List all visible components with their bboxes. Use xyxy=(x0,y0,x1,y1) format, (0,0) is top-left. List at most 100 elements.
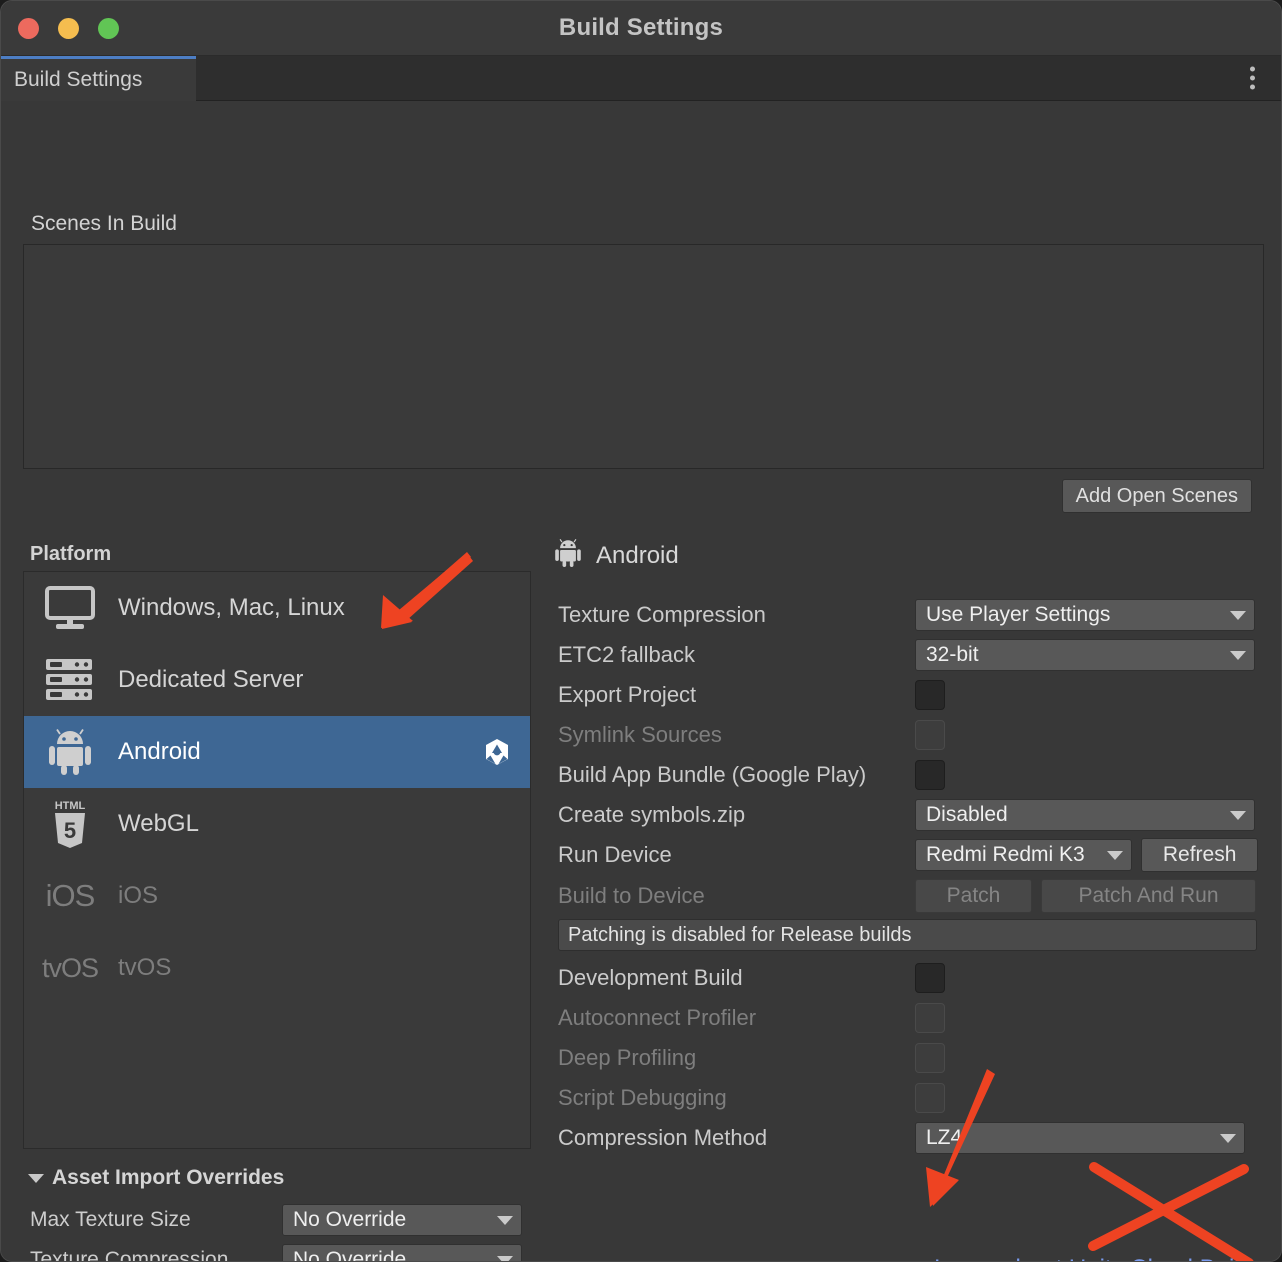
build-app-bundle-checkbox[interactable] xyxy=(915,760,945,790)
add-open-scenes-button[interactable]: Add Open Scenes xyxy=(1061,479,1252,513)
create-symbols-zip-value: Disabled xyxy=(926,803,1008,826)
platform-label: Platform xyxy=(30,543,112,565)
chevron-down-icon xyxy=(1107,850,1124,860)
export-project-checkbox[interactable] xyxy=(915,680,945,710)
chevron-down-icon xyxy=(1220,1133,1236,1143)
chevron-down-icon xyxy=(497,1215,513,1225)
server-icon xyxy=(42,654,98,706)
platform-item-label: tvOS xyxy=(118,954,172,981)
unity-logo-icon xyxy=(482,737,512,767)
row-label: Autoconnect Profiler xyxy=(558,1005,757,1030)
symlink-sources-checkbox xyxy=(915,720,945,750)
etc2-fallback-dropdown[interactable]: 32-bit xyxy=(915,639,1255,671)
kebab-menu-icon[interactable] xyxy=(1250,66,1255,90)
row-deep-profiling: Deep Profiling xyxy=(558,1038,1258,1078)
row-label: Export Project xyxy=(558,682,697,707)
row-symlink-sources: Symlink Sources xyxy=(558,715,1258,755)
row-texture-compression: Texture Compression Use Player Settings xyxy=(558,595,1258,635)
row-development-build: Development Build xyxy=(558,958,1258,998)
refresh-button[interactable]: Refresh xyxy=(1141,838,1258,872)
row-label: Run Device xyxy=(558,842,672,867)
chevron-down-icon xyxy=(1230,610,1246,620)
svg-text:HTML: HTML xyxy=(55,800,86,812)
refresh-label: Refresh xyxy=(1162,843,1237,866)
compression-method-dropdown[interactable]: LZ4 xyxy=(915,1122,1245,1154)
asset-import-overrides-title: Asset Import Overrides xyxy=(52,1166,285,1189)
platform-item-webgl[interactable]: HTML 5 WebGL xyxy=(24,788,530,860)
row-build-to-device: Build to Device Patch Patch And Run xyxy=(558,876,1258,916)
unity-cloud-build-link[interactable]: Learn about Unity Cloud Build xyxy=(934,1255,1253,1261)
patch-note-text: Patching is disabled for Release builds xyxy=(568,923,912,946)
etc2-fallback-value: 32-bit xyxy=(926,643,979,666)
chevron-down-icon xyxy=(1230,810,1246,820)
aio-texture-compression-dropdown[interactable]: No Override xyxy=(282,1244,522,1262)
create-symbols-zip-dropdown[interactable]: Disabled xyxy=(915,799,1255,831)
aio-row-max-texture-size: Max Texture Size No Override xyxy=(30,1204,522,1236)
row-label: Create symbols.zip xyxy=(558,802,746,827)
android-icon xyxy=(42,726,98,778)
scenes-in-build-label: Scenes In Build xyxy=(31,212,177,235)
ios-text-icon: iOS xyxy=(45,878,96,913)
chevron-down-icon xyxy=(497,1255,513,1261)
row-label: Build to Device xyxy=(558,883,705,908)
platform-item-tvos[interactable]: tvOS tvOS xyxy=(24,932,530,1004)
tvos-text-icon: tvOS xyxy=(42,952,99,983)
platform-item-label: iOS xyxy=(118,882,159,909)
row-label: Script Debugging xyxy=(558,1085,727,1110)
patch-and-run-button: Patch And Run xyxy=(1041,879,1256,913)
patch-and-run-label: Patch And Run xyxy=(1078,884,1219,907)
aio-label: Texture Compression xyxy=(30,1248,229,1262)
texture-compression-value: Use Player Settings xyxy=(926,603,1111,626)
scenes-in-build-list[interactable] xyxy=(23,244,1264,469)
tab-build-settings[interactable]: Build Settings xyxy=(1,56,196,101)
html5-icon: HTML 5 xyxy=(42,798,98,850)
patch-note-banner: Patching is disabled for Release builds xyxy=(558,919,1257,951)
window-title: Build Settings xyxy=(558,14,724,41)
row-build-app-bundle: Build App Bundle (Google Play) xyxy=(558,755,1258,795)
deep-profiling-checkbox xyxy=(915,1043,945,1073)
svg-text:5: 5 xyxy=(64,818,76,843)
android-panel-title: Android xyxy=(596,541,679,569)
row-label: ETC2 fallback xyxy=(558,642,695,667)
tab-bar: Build Settings xyxy=(1,56,1281,101)
platform-item-label: Dedicated Server xyxy=(118,666,304,693)
main-content: Scenes In Build Add Open Scenes Platform… xyxy=(1,101,1281,1262)
platform-item-label: Android xyxy=(118,738,201,765)
platform-item-android[interactable]: Android xyxy=(24,716,530,788)
run-device-dropdown[interactable]: Redmi Redmi K3 xyxy=(915,839,1133,871)
autoconnect-profiler-checkbox xyxy=(915,1003,945,1033)
chevron-down-icon[interactable] xyxy=(28,1173,44,1183)
aio-texture-compression-value: No Override xyxy=(293,1248,407,1262)
platform-list: Windows, Mac, Linux Dedicated Server And… xyxy=(23,571,531,1149)
texture-compression-dropdown[interactable]: Use Player Settings xyxy=(915,599,1255,631)
add-open-scenes-label: Add Open Scenes xyxy=(1075,484,1238,507)
row-script-debugging: Script Debugging xyxy=(558,1078,1258,1118)
patch-button: Patch xyxy=(915,879,1032,913)
row-label: Texture Compression xyxy=(558,602,766,627)
run-device-value: Redmi Redmi K3 xyxy=(926,843,1085,866)
chevron-down-icon xyxy=(1230,650,1246,660)
max-texture-size-value: No Override xyxy=(293,1208,407,1231)
compression-method-value: LZ4 xyxy=(926,1126,963,1149)
asset-import-overrides-header[interactable]: Asset Import Overrides xyxy=(28,1166,284,1190)
development-build-checkbox[interactable] xyxy=(915,963,945,993)
row-create-symbols-zip: Create symbols.zip Disabled xyxy=(558,795,1258,835)
row-compression-method: Compression Method LZ4 xyxy=(558,1118,1258,1158)
platform-item-windows-mac-linux[interactable]: Windows, Mac, Linux xyxy=(24,572,530,644)
row-label: Symlink Sources xyxy=(558,722,722,747)
aio-label: Max Texture Size xyxy=(30,1208,191,1231)
android-icon xyxy=(554,538,582,573)
platform-item-label: Windows, Mac, Linux xyxy=(118,594,345,621)
platform-item-dedicated-server[interactable]: Dedicated Server xyxy=(24,644,530,716)
max-texture-size-dropdown[interactable]: No Override xyxy=(282,1204,522,1236)
row-autoconnect-profiler: Autoconnect Profiler xyxy=(558,998,1258,1038)
row-label: Deep Profiling xyxy=(558,1045,697,1070)
script-debugging-checkbox xyxy=(915,1083,945,1113)
row-label: Compression Method xyxy=(558,1125,768,1150)
patch-label: Patch xyxy=(946,884,1001,907)
row-label: Development Build xyxy=(558,965,743,990)
platform-item-ios[interactable]: iOS iOS xyxy=(24,860,530,932)
row-label: Build App Bundle (Google Play) xyxy=(558,762,867,787)
row-run-device: Run Device Redmi Redmi K3 Refresh xyxy=(558,835,1258,875)
android-panel-header: Android xyxy=(554,538,679,573)
